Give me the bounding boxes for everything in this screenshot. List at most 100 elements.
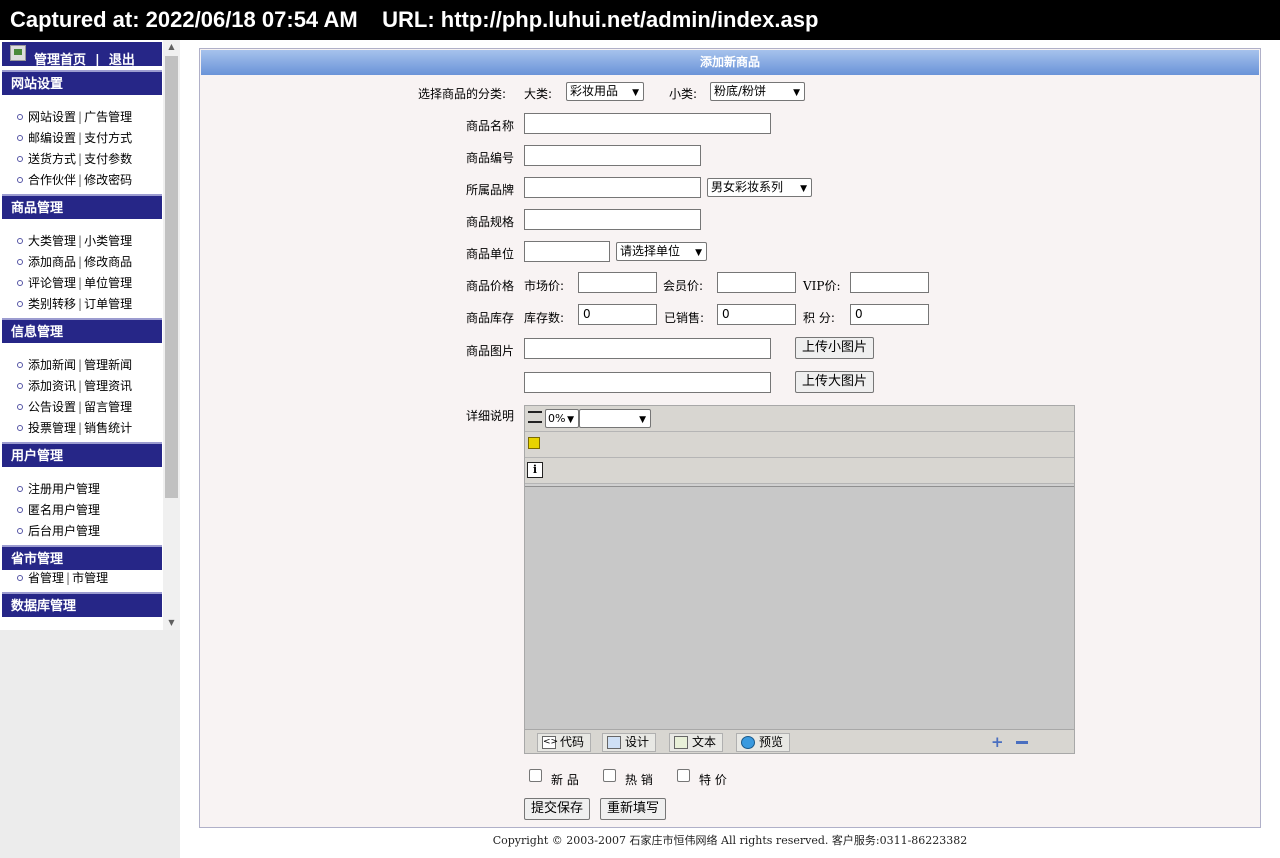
enlarge-plus-icon[interactable]: + (991, 733, 1004, 751)
stock-count-input[interactable]: 0 (578, 304, 657, 325)
sidebar-item-row: 添加商品 | 修改商品 (17, 255, 132, 269)
sidebar-section-title[interactable]: 用户管理 (2, 442, 162, 467)
points-label: 积 分: (803, 311, 835, 325)
sidebar-link[interactable]: 省管理 (28, 571, 64, 585)
text-icon (674, 736, 688, 749)
small-category-select[interactable]: 粉底/粉饼 ▼ (710, 82, 805, 101)
points-input[interactable]: 0 (850, 304, 929, 325)
hot-product-label: 热 销 (625, 773, 653, 787)
sidebar-link[interactable]: 投票管理 (28, 421, 76, 435)
editor-content-area[interactable] (525, 486, 1074, 729)
chevron-down-icon: ▼ (800, 184, 807, 194)
sidebar-link[interactable]: 匿名用户管理 (28, 503, 100, 517)
sidebar-item-row: 合作伙伴 | 修改密码 (17, 173, 132, 187)
brand-input[interactable] (524, 177, 701, 198)
mode-preview-button[interactable]: 预览 (736, 733, 791, 752)
shrink-minus-icon[interactable] (1016, 741, 1028, 744)
unit-select[interactable]: 请选择单位 ▼ (616, 242, 707, 261)
sidebar-link[interactable]: 支付方式 (84, 131, 132, 145)
member-price-input[interactable] (717, 272, 796, 293)
sidebar-link[interactable]: 修改商品 (84, 255, 132, 269)
new-product-checkbox[interactable] (529, 769, 542, 782)
bullet-icon (17, 574, 23, 581)
large-image-input[interactable] (524, 372, 771, 393)
sidebar-link[interactable]: 类别转移 (28, 297, 76, 311)
sidebar-link[interactable]: 修改密码 (84, 173, 132, 187)
sidebar-section-title[interactable]: 信息管理 (2, 318, 162, 343)
editor-zoom-select[interactable]: 0% ▼ (545, 409, 579, 428)
home-logout-links[interactable]: 管理首页 | 退出 (34, 49, 135, 68)
code-icon: <> (542, 736, 559, 749)
scroll-thumb[interactable] (165, 56, 178, 498)
sidebar-item-row: 送货方式 | 支付参数 (17, 152, 132, 166)
unit-input[interactable] (524, 241, 610, 262)
mode-design-button[interactable]: 设计 (602, 733, 657, 752)
mode-text-button[interactable]: 文本 (669, 733, 724, 752)
reset-button[interactable]: 重新填写 (600, 798, 667, 820)
sidebar-link[interactable]: 大类管理 (28, 234, 76, 248)
sidebar-link[interactable]: 公告设置 (28, 400, 76, 414)
sidebar-link[interactable]: 留言管理 (84, 400, 132, 414)
sidebar-link[interactable]: 送货方式 (28, 152, 76, 166)
sidebar-section-title[interactable]: 数据库管理 (2, 592, 162, 617)
sidebar-link[interactable]: 添加新闻 (28, 358, 76, 372)
code-label: 商品编号 (466, 151, 515, 165)
highlight-icon[interactable] (528, 437, 540, 449)
sidebar-link[interactable]: 添加商品 (28, 255, 76, 269)
small-image-input[interactable] (524, 338, 771, 359)
paragraph-icon[interactable] (528, 411, 542, 423)
big-category-select[interactable]: 彩妆用品 ▼ (566, 82, 644, 101)
sidebar-link[interactable]: 广告管理 (84, 110, 132, 124)
sold-input[interactable]: 0 (717, 304, 796, 325)
sidebar-section-title[interactable]: 网站设置 (2, 70, 162, 95)
sidebar-link[interactable]: 单位管理 (84, 276, 132, 290)
vip-price-input[interactable] (850, 272, 929, 293)
sidebar-item-row: 公告设置 | 留言管理 (17, 400, 132, 414)
info-icon[interactable]: i (527, 462, 543, 478)
bullet-icon (17, 176, 23, 183)
sidebar-link[interactable]: 注册用户管理 (28, 482, 100, 496)
sidebar-link[interactable]: 市管理 (72, 571, 108, 585)
special-product-checkbox[interactable] (677, 769, 690, 782)
chevron-down-icon: ▼ (567, 415, 574, 425)
small-category-label: 小类: (669, 87, 698, 101)
spec-input[interactable] (524, 209, 701, 230)
submit-save-button[interactable]: 提交保存 (524, 798, 591, 820)
sidebar-link[interactable]: 网站设置 (28, 110, 76, 124)
sidebar-link[interactable]: 小类管理 (84, 234, 132, 248)
scroll-down-arrow-icon[interactable]: ▼ (163, 616, 180, 630)
sidebar-item-row: 类别转移 | 订单管理 (17, 297, 132, 311)
scroll-up-arrow-icon[interactable]: ▲ (163, 40, 180, 54)
sidebar-link[interactable]: 支付参数 (84, 152, 132, 166)
sidebar-section-title[interactable]: 商品管理 (2, 194, 162, 219)
name-label: 商品名称 (466, 119, 515, 133)
sidebar-link[interactable]: 管理新闻 (84, 358, 132, 372)
mode-code-button[interactable]: <> 代码 (537, 733, 592, 752)
market-price-input[interactable] (578, 272, 657, 293)
sidebar-link[interactable]: 邮编设置 (28, 131, 76, 145)
editor-font-select[interactable]: ▼ (579, 409, 651, 428)
sidebar-link[interactable]: 销售统计 (84, 421, 132, 435)
name-input[interactable] (524, 113, 771, 134)
stock-label: 商品库存 (466, 311, 515, 325)
sidebar-link[interactable]: 管理资讯 (84, 379, 132, 393)
separator: | (78, 379, 83, 393)
brand-select[interactable]: 男女彩妆系列 ▼ (707, 178, 812, 197)
sidebar-link[interactable]: 后台用户管理 (28, 524, 100, 538)
sidebar-link[interactable]: 合作伙伴 (28, 173, 76, 187)
sidebar-link[interactable]: 添加资讯 (28, 379, 76, 393)
separator: | (78, 234, 83, 248)
member-price-label: 会员价: (663, 279, 704, 293)
sidebar-link[interactable]: 订单管理 (84, 297, 132, 311)
bullet-icon (17, 527, 23, 534)
sidebar-section-title[interactable]: 省市管理 (2, 545, 162, 570)
main-panel: 添加新商品 选择商品的分类: 大类: 彩妆用品 ▼ 小类: 粉底/粉饼 ▼ 商品名称… (199, 48, 1261, 828)
upload-large-image-button[interactable]: 上传大图片 (795, 371, 875, 393)
hot-product-checkbox[interactable] (603, 769, 616, 782)
upload-small-image-button[interactable]: 上传小图片 (795, 337, 875, 359)
code-input[interactable] (524, 145, 701, 166)
brand-label: 所属品牌 (466, 183, 515, 197)
sidebar-scrollbar[interactable]: ▲ ▼ (163, 40, 180, 630)
sidebar-link[interactable]: 评论管理 (28, 276, 76, 290)
separator: | (78, 276, 83, 290)
